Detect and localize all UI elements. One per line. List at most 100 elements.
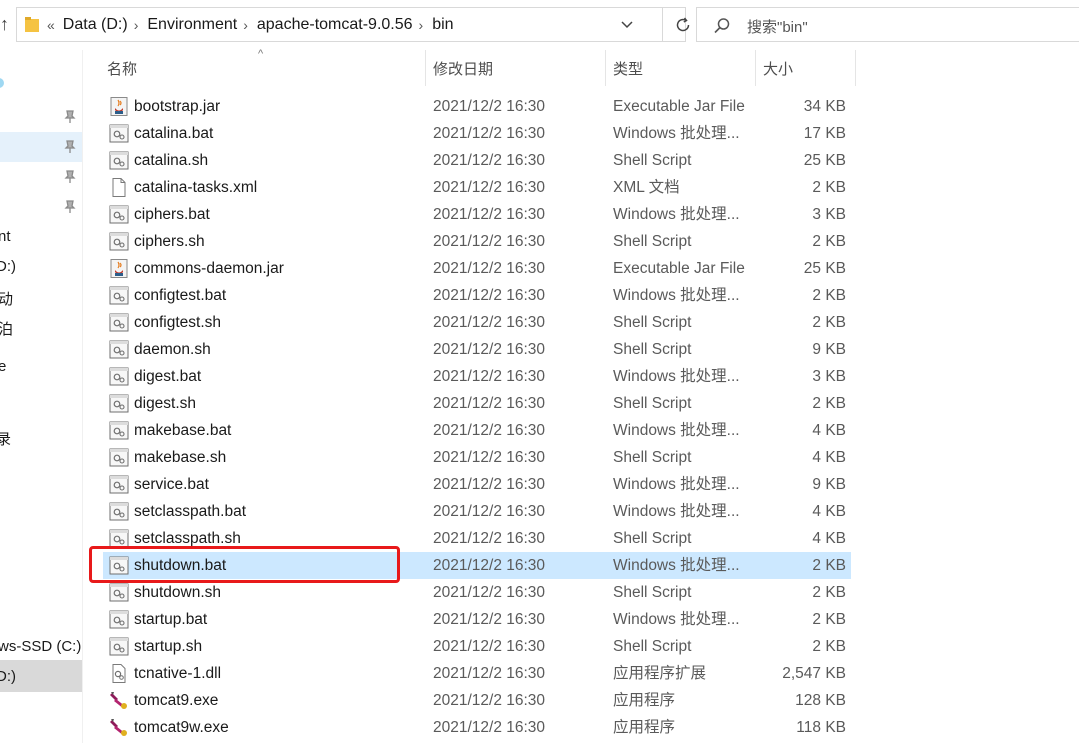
pin-icon[interactable]: [64, 200, 76, 214]
pin-icon[interactable]: [64, 110, 76, 124]
file-date: 2021/12/2 16:30: [433, 233, 546, 250]
file-row[interactable]: catalina.sh 2021/12/2 16:30 Shell Script 25…: [103, 147, 851, 174]
file-name[interactable]: ciphers.bat: [134, 201, 210, 228]
file-name[interactable]: shutdown.bat: [134, 552, 226, 579]
chevron-right-icon[interactable]: ›: [419, 17, 424, 33]
nav-item[interactable]: nt: [0, 228, 11, 245]
file-row[interactable]: shutdown.bat 2021/12/2 16:30 Windows 批处理..…: [103, 552, 851, 579]
file-row[interactable]: configtest.bat 2021/12/2 16:30 Windows 批处理…: [103, 282, 851, 309]
refresh-icon: [676, 17, 690, 31]
file-row[interactable]: configtest.sh 2021/12/2 16:30 Shell Script…: [103, 309, 851, 336]
toolbar: ↑ « Data (D:) › Environment › apache-tom…: [0, 0, 1079, 50]
chevron-right-icon[interactable]: ›: [134, 17, 139, 33]
column-date[interactable]: 修改日期: [425, 50, 605, 86]
file-name[interactable]: catalina-tasks.xml: [134, 174, 257, 201]
nav-item-data-drive[interactable]: D:): [0, 668, 16, 685]
breadcrumb-bin[interactable]: bin: [432, 16, 453, 34]
file-name[interactable]: service.bat: [134, 471, 209, 498]
file-date: 2021/12/2 16:30: [433, 530, 546, 547]
column-divider[interactable]: [855, 50, 856, 86]
file-row[interactable]: shutdown.sh 2021/12/2 16:30 Shell Script 2 …: [103, 579, 851, 606]
nav-item[interactable]: D:): [0, 258, 16, 275]
address-dropdown-button[interactable]: [617, 8, 637, 41]
file-type: Shell Script: [613, 638, 692, 655]
file-name[interactable]: makebase.sh: [134, 444, 226, 471]
file-type: Windows 批处理...: [613, 503, 740, 520]
file-name[interactable]: tomcat9w.exe: [134, 714, 229, 741]
file-size: 2 KB: [812, 287, 846, 304]
breadcrumb-data-drive[interactable]: Data (D:): [63, 16, 128, 34]
file-list: bootstrap.jar 2021/12/2 16:30 Executable J…: [103, 93, 851, 741]
file-name[interactable]: digest.bat: [134, 363, 201, 390]
file-row[interactable]: tomcat9w.exe 2021/12/2 16:30 应用程序 118 KB: [103, 714, 851, 741]
file-row[interactable]: daemon.sh 2021/12/2 16:30 Shell Script 9 KB: [103, 336, 851, 363]
file-name[interactable]: catalina.bat: [134, 120, 213, 147]
file-name[interactable]: shutdown.sh: [134, 579, 221, 606]
file-name[interactable]: configtest.sh: [134, 309, 221, 336]
file-name[interactable]: daemon.sh: [134, 336, 211, 363]
file-name[interactable]: setclasspath.sh: [134, 525, 241, 552]
file-name[interactable]: digest.sh: [134, 390, 196, 417]
nav-item-ssd-drive[interactable]: ws-SSD (C:): [0, 638, 81, 655]
chevron-right-icon[interactable]: ›: [243, 17, 248, 33]
breadcrumb: « Data (D:) › Environment › apache-tomca…: [47, 8, 454, 41]
file-size: 2,547 KB: [782, 665, 846, 682]
file-type: Shell Script: [613, 341, 692, 358]
file-row[interactable]: catalina-tasks.xml 2021/12/2 16:30 XML 文档 2…: [103, 174, 851, 201]
file-row[interactable]: catalina.bat 2021/12/2 16:30 Windows 批处理..…: [103, 120, 851, 147]
file-row[interactable]: digest.bat 2021/12/2 16:30 Windows 批处理... 3…: [103, 363, 851, 390]
breadcrumb-environment[interactable]: Environment: [147, 16, 237, 34]
file-name[interactable]: startup.bat: [134, 606, 207, 633]
nav-item[interactable]: 动: [0, 288, 13, 309]
file-row[interactable]: tcnative-1.dll 2021/12/2 16:30 应用程序扩展 2,547…: [103, 660, 851, 687]
file-size: 2 KB: [812, 395, 846, 412]
file-name[interactable]: commons-daemon.jar: [134, 255, 284, 282]
file-row[interactable]: makebase.sh 2021/12/2 16:30 Shell Script 4 …: [103, 444, 851, 471]
file-row[interactable]: startup.bat 2021/12/2 16:30 Windows 批处理...…: [103, 606, 851, 633]
file-name[interactable]: configtest.bat: [134, 282, 226, 309]
file-size: 4 KB: [812, 449, 846, 466]
nav-item[interactable]: 泊: [0, 318, 13, 339]
column-size[interactable]: 大小: [755, 50, 855, 86]
file-name[interactable]: setclasspath.bat: [134, 498, 246, 525]
file-row[interactable]: setclasspath.bat 2021/12/2 16:30 Windows 批…: [103, 498, 851, 525]
script-file-icon: [109, 286, 129, 305]
file-row[interactable]: tomcat9.exe 2021/12/2 16:30 应用程序 128 KB: [103, 687, 851, 714]
pin-icon[interactable]: [64, 140, 76, 154]
file-name[interactable]: catalina.sh: [134, 147, 208, 174]
file-name[interactable]: tomcat9.exe: [134, 687, 218, 714]
file-type: Shell Script: [613, 530, 692, 547]
column-name[interactable]: 名称: [99, 50, 425, 86]
column-type[interactable]: 类型: [605, 50, 755, 86]
file-row[interactable]: digest.sh 2021/12/2 16:30 Shell Script 2 KB: [103, 390, 851, 417]
search-input[interactable]: 搜索"bin": [696, 7, 1079, 42]
file-name[interactable]: startup.sh: [134, 633, 202, 660]
overflow-chevron-icon[interactable]: «: [47, 17, 55, 33]
address-bar[interactable]: « Data (D:) › Environment › apache-tomca…: [16, 7, 690, 42]
file-name[interactable]: bootstrap.jar: [134, 93, 220, 120]
file-row[interactable]: commons-daemon.jar 2021/12/2 16:30 Executa…: [103, 255, 851, 282]
breadcrumb-tomcat[interactable]: apache-tomcat-9.0.56: [257, 16, 413, 34]
file-size: 4 KB: [812, 530, 846, 547]
file-row[interactable]: makebase.bat 2021/12/2 16:30 Windows 批处理..…: [103, 417, 851, 444]
file-type: Windows 批处理...: [613, 368, 740, 385]
script-file-icon: [109, 367, 129, 386]
script-file-icon: [109, 421, 129, 440]
jar-file-icon: [109, 259, 129, 278]
file-row[interactable]: ciphers.bat 2021/12/2 16:30 Windows 批处理...…: [103, 201, 851, 228]
file-row[interactable]: service.bat 2021/12/2 16:30 Windows 批处理...…: [103, 471, 851, 498]
file-name[interactable]: ciphers.sh: [134, 228, 205, 255]
file-type: Windows 批处理...: [613, 557, 740, 574]
file-name[interactable]: tcnative-1.dll: [134, 660, 221, 687]
file-row[interactable]: setclasspath.sh 2021/12/2 16:30 Shell Scri…: [103, 525, 851, 552]
file-type: Windows 批处理...: [613, 611, 740, 628]
file-row[interactable]: bootstrap.jar 2021/12/2 16:30 Executable J…: [103, 93, 851, 120]
file-name[interactable]: makebase.bat: [134, 417, 231, 444]
document-file-icon: [109, 178, 129, 197]
nav-item[interactable]: e: [0, 358, 6, 375]
pin-icon[interactable]: [64, 170, 76, 184]
file-row[interactable]: ciphers.sh 2021/12/2 16:30 Shell Script 2 K…: [103, 228, 851, 255]
file-row[interactable]: startup.sh 2021/12/2 16:30 Shell Script 2 K…: [103, 633, 851, 660]
up-arrow-icon[interactable]: ↑: [0, 14, 12, 35]
nav-item[interactable]: 录: [0, 428, 11, 449]
